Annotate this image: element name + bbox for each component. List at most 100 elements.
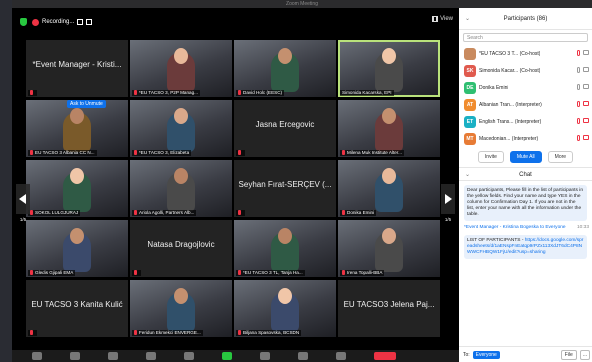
- ask-to-unmute-button[interactable]: Ask to Unmute: [67, 100, 106, 108]
- video-tile[interactable]: Ariola Agolli, Partners Alb...: [130, 160, 232, 217]
- avatar: AT: [464, 98, 476, 111]
- interpretation-icon[interactable]: [336, 352, 346, 360]
- participant-row[interactable]: AT Albanian Tran... (Interpreter): [459, 96, 592, 113]
- video-tile[interactable]: *Event Manager - Kristi...: [26, 40, 128, 97]
- video-tile[interactable]: EU TACSO 3 Kanita Kulić: [26, 280, 128, 337]
- tile-name-text: Milena Muk Institute Alter...: [347, 150, 402, 155]
- microphone-icon: [577, 135, 580, 141]
- participant-face: [70, 108, 84, 124]
- tile-name-text: Simonida Kacarska, EPI: [342, 90, 392, 95]
- grid-icon: [432, 16, 439, 22]
- security-icon[interactable]: [108, 352, 118, 360]
- video-tile[interactable]: SOKOL LULGJURAJ: [26, 160, 128, 217]
- avatar: DE: [464, 81, 476, 94]
- invite-button[interactable]: Invite: [477, 151, 504, 163]
- tile-name-text: *EU TACSO 3, P2P Manag...: [139, 90, 198, 95]
- participant-row[interactable]: SK Simonida Kacar... (Co-host): [459, 62, 592, 79]
- video-tile[interactable]: Biljana Spasovska, BCSDN: [234, 280, 336, 337]
- to-label: To:: [463, 351, 470, 358]
- camera-icon: [583, 135, 589, 140]
- arrow-left-icon: [19, 194, 26, 204]
- participants-search-input[interactable]: Search: [463, 33, 588, 42]
- tile-name-text: Irena Topalli-BBA: [347, 270, 383, 275]
- video-tile[interactable]: EU TACSO 3 Albania CC N...: [26, 100, 128, 157]
- participant-face: [70, 228, 84, 244]
- tile-name-label: Simonida Kacarska, EPI: [340, 90, 394, 96]
- camera-icon: [583, 101, 589, 106]
- muted-mic-icon: [238, 150, 241, 156]
- video-gallery: Recording... View *Event Manager - Krist…: [12, 8, 459, 362]
- video-tile[interactable]: Irena Topalli-BBA: [338, 220, 440, 277]
- participant-face: [174, 288, 188, 304]
- muted-mic-icon: [238, 270, 241, 276]
- muted-mic-icon: [238, 330, 241, 336]
- video-tile[interactable]: Jasna Ercegovic: [234, 100, 336, 157]
- participant-face: [382, 228, 396, 244]
- participant-name: English Trans... (Interpreter): [479, 118, 542, 125]
- stop-recording-icon[interactable]: [86, 19, 93, 25]
- recipient-select[interactable]: Everyone: [472, 350, 500, 359]
- video-tile[interactable]: EU TACSO3 Jelena Paj...: [338, 280, 440, 337]
- chat-title: Chat: [519, 172, 532, 178]
- video-tile[interactable]: David Holc (EESC): [234, 40, 336, 97]
- participant-row[interactable]: ET English Trans... (Interpreter): [459, 113, 592, 130]
- chevron-down-icon[interactable]: ⌄: [465, 168, 470, 182]
- share-screen-icon[interactable]: [222, 352, 232, 360]
- tile-name-text: Biljana Spasovska, BCSDN: [243, 330, 300, 335]
- video-tile[interactable]: Simonida Kacarska, EPI: [338, 40, 440, 97]
- tile-name-label: Milena Muk Institute Alter...: [340, 150, 404, 156]
- video-tile[interactable]: *EU TACSO 3, P2P Manag...: [130, 40, 232, 97]
- video-tile[interactable]: Feridun Ekmekci ENVERGE...: [130, 280, 232, 337]
- tile-name-text: SOKOL LULGJURAJ: [35, 210, 79, 215]
- participant-row[interactable]: DE Donika Emini: [459, 79, 592, 96]
- participant-row[interactable]: MT Macedonian... (Interpreter): [459, 130, 592, 147]
- next-page-button[interactable]: 1/5: [441, 184, 455, 222]
- muted-mic-icon: [238, 210, 241, 216]
- tile-name-label: [28, 330, 37, 336]
- previous-page-button[interactable]: 1/5: [16, 184, 30, 222]
- view-button[interactable]: View: [432, 16, 453, 22]
- mute-icon[interactable]: [32, 352, 42, 360]
- avatar: MT: [464, 132, 476, 145]
- participant-face: [174, 48, 188, 64]
- muted-mic-icon: [30, 330, 33, 336]
- pause-recording-icon[interactable]: [77, 19, 84, 25]
- video-tile[interactable]: *EU TACSO 3 TL, Tanja Ha...: [234, 220, 336, 277]
- participant-display-name: EU TACSO3 Jelena Paj...: [343, 300, 435, 309]
- video-tile[interactable]: Milena Muk Institute Alter...: [338, 100, 440, 157]
- participants-icon[interactable]: [146, 352, 156, 360]
- tile-name-label: Feridun Ekmekci ENVERGE...: [132, 330, 203, 336]
- more-button[interactable]: More: [547, 151, 574, 163]
- participant-face: [174, 108, 188, 124]
- tile-name-text: Ariola Agolli, Partners Alb...: [139, 210, 195, 215]
- page-indicator-left: 1/5: [19, 217, 27, 222]
- video-icon[interactable]: [70, 352, 80, 360]
- side-panel: ⌄ Participants (86) Search *EU TACSO 3 T…: [459, 8, 592, 362]
- video-tile[interactable]: Gledis Gjipali EMA: [26, 220, 128, 277]
- end-meeting-button[interactable]: [374, 352, 396, 360]
- participant-face: [382, 108, 396, 124]
- muted-mic-icon: [30, 270, 33, 276]
- video-tile[interactable]: Natasa Dragojlovic: [130, 220, 232, 277]
- video-tile[interactable]: Donika Emini: [338, 160, 440, 217]
- tile-name-label: [28, 90, 37, 96]
- tile-name-label: Gledis Gjipali EMA: [28, 270, 76, 276]
- chat-sender: *Event Manager - Kristina Bogeska to Eve…: [464, 225, 589, 231]
- participants-actions: Invite Mute All More: [459, 147, 592, 167]
- participant-row[interactable]: *EU TACSO 3 T... (Co-host): [459, 45, 592, 62]
- chat-icon[interactable]: [184, 352, 194, 360]
- tile-name-label: *EU TACSO 3 TL, Tanja Ha...: [236, 270, 305, 276]
- mute-all-button[interactable]: Mute All: [509, 151, 542, 163]
- avatar: SK: [464, 64, 476, 77]
- tile-name-label: Donika Emini: [340, 210, 377, 216]
- file-button[interactable]: File: [560, 349, 577, 360]
- muted-mic-icon: [30, 90, 33, 96]
- shield-icon[interactable]: [20, 18, 27, 26]
- video-tile[interactable]: Seyhan Fırat-SERÇEV (...: [234, 160, 336, 217]
- chat-more-button[interactable]: ...: [579, 349, 590, 360]
- microphone-icon: [577, 118, 580, 124]
- reactions-icon[interactable]: [298, 352, 308, 360]
- video-tile[interactable]: *EU TACSO 3, Elizabeta: [130, 100, 232, 157]
- record-button-icon[interactable]: [260, 352, 270, 360]
- chevron-down-icon[interactable]: ⌄: [465, 8, 470, 30]
